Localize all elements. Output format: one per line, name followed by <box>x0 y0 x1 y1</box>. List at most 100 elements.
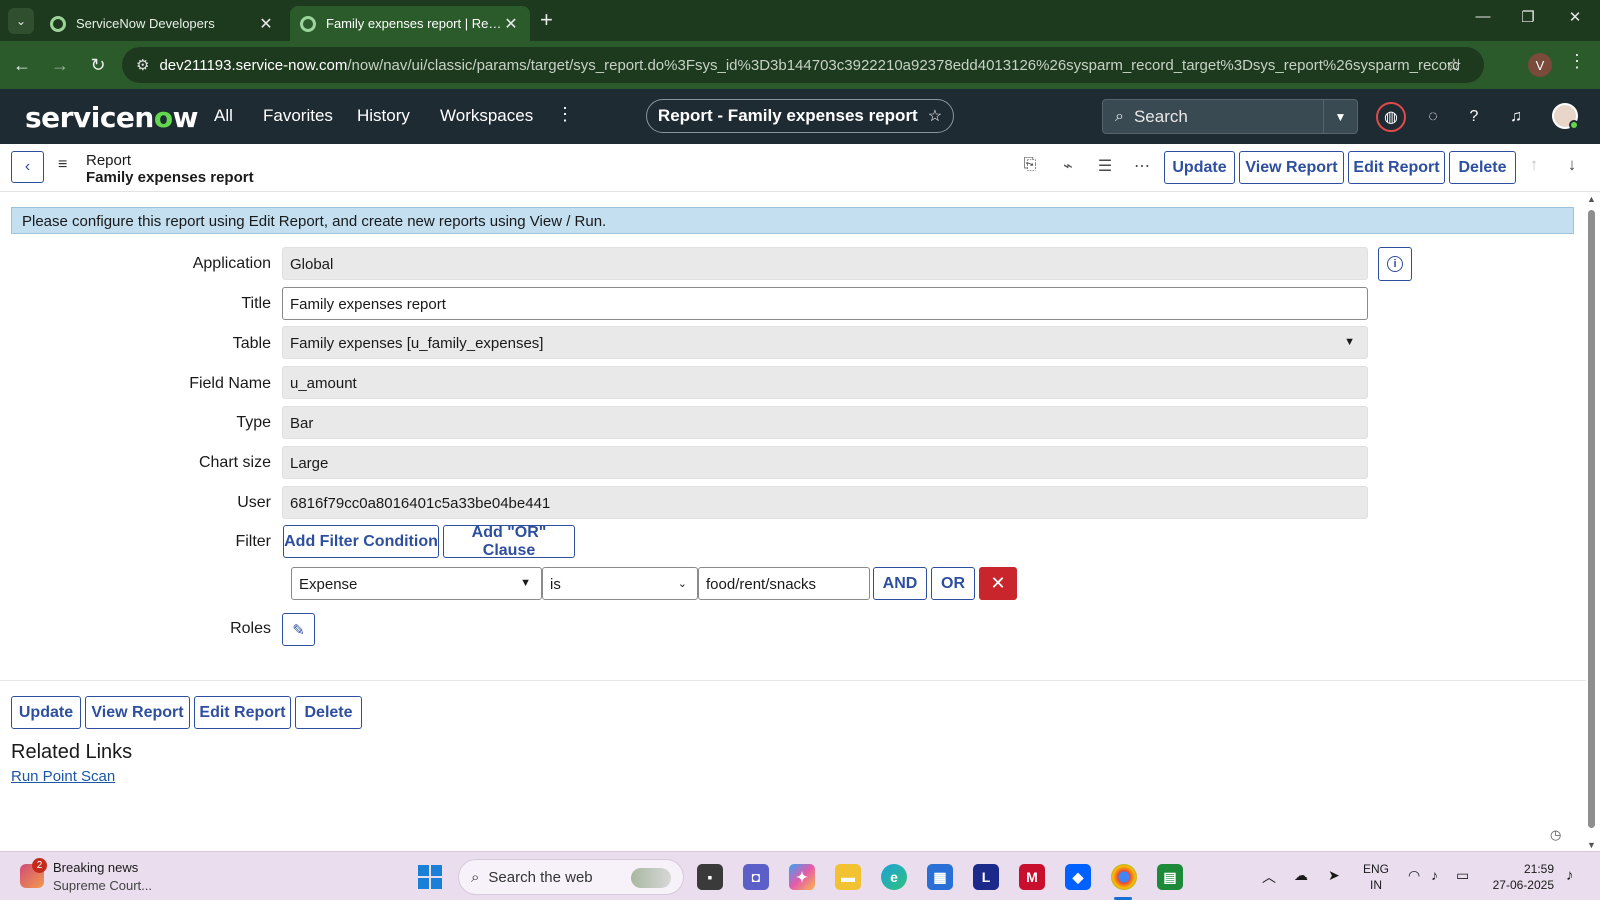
filter-or-button[interactable]: OR <box>931 567 975 600</box>
nav-favorites[interactable]: Favorites <box>263 106 333 126</box>
delete-button-top[interactable]: Delete <box>1449 151 1516 184</box>
update-button-top[interactable]: Update <box>1164 151 1235 184</box>
windows-start-icon[interactable] <box>418 865 442 889</box>
task-view-icon[interactable]: ▪ <box>697 864 723 890</box>
edit-report-button-top[interactable]: Edit Report <box>1348 151 1445 184</box>
browser-profile-avatar[interactable]: V <box>1528 53 1552 77</box>
table-label: Table <box>232 335 271 352</box>
context-title-pill[interactable]: Report - Family expenses report ☆ <box>646 99 954 133</box>
search-scope-dropdown-icon[interactable]: ▼ <box>1323 100 1357 133</box>
taskbar-clock[interactable]: 21:59 27-06-2025 <box>1486 861 1554 893</box>
tab-search-chevron-icon[interactable]: ⌄ <box>8 8 34 34</box>
filter-value-input[interactable]: food/rent/snacks <box>698 567 870 600</box>
dropbox-icon[interactable]: ◆ <box>1065 864 1091 890</box>
delete-button-bottom[interactable]: Delete <box>295 696 362 729</box>
filter-and-button[interactable]: AND <box>873 567 927 600</box>
scroll-up-arrow-icon[interactable]: ▲ <box>1587 194 1596 204</box>
reload-icon[interactable]: ↻ <box>84 51 112 79</box>
notifications-bell-icon[interactable]: ♫ <box>1501 102 1531 132</box>
copilot-icon[interactable]: ✦ <box>789 864 815 890</box>
battery-icon[interactable]: ▭ <box>1456 867 1469 884</box>
servicenow-logo[interactable]: servicenow <box>25 101 198 134</box>
site-info-icon[interactable]: ⚙ <box>136 56 149 74</box>
notification-center-bell-icon[interactable]: ♪ <box>1566 867 1574 884</box>
mcafee-icon[interactable]: M <box>1019 864 1045 890</box>
type-label: Type <box>236 414 271 431</box>
title-input[interactable]: Family expenses report <box>282 287 1368 320</box>
input-language-indicator[interactable]: ENG IN <box>1363 861 1389 893</box>
logo-text-end: w <box>172 101 199 134</box>
wifi-icon[interactable]: ◠ <box>1408 867 1420 884</box>
forward-arrow-icon[interactable]: → <box>46 51 74 79</box>
scroll-down-arrow-icon[interactable]: ▼ <box>1587 840 1596 850</box>
more-options-icon[interactable]: ⋯ <box>1130 156 1154 176</box>
global-search-input[interactable]: ⌕ Search ▼ <box>1102 99 1358 134</box>
personalize-form-icon[interactable]: ☰ <box>1093 156 1117 176</box>
user-avatar[interactable] <box>1552 103 1579 130</box>
url-field[interactable]: ⚙ dev211193.service-now.com/now/nav/ui/c… <box>122 47 1484 83</box>
activity-icon[interactable]: ⌁ <box>1056 156 1080 176</box>
windows-taskbar: 2 Breaking news Supreme Court... ⌕ Searc… <box>0 851 1600 900</box>
view-report-button-top[interactable]: View Report <box>1239 151 1344 184</box>
remove-condition-close-icon[interactable]: ✕ <box>979 567 1017 600</box>
filter-operator-select[interactable]: is ⌄ <box>542 567 698 600</box>
window-close-button[interactable]: ✕ <box>1560 8 1590 26</box>
related-links-heading: Related Links <box>11 741 133 763</box>
previous-record-arrow-icon[interactable]: ↑ <box>1523 155 1545 175</box>
nav-history[interactable]: History <box>357 106 410 126</box>
browser-tab-bar: ⌄ ServiceNow Developers ✕ Family expense… <box>0 0 1600 41</box>
minimize-button[interactable]: — <box>1468 8 1498 25</box>
application-info-button[interactable]: i <box>1378 247 1412 281</box>
chat-icon[interactable]: ◌ <box>1418 102 1448 132</box>
taskbar-search-input[interactable]: ⌕ Search the web <box>458 859 684 895</box>
news-title[interactable]: Breaking news <box>53 860 138 875</box>
show-hidden-icons-chevron-icon[interactable]: ︿ <box>1262 867 1276 887</box>
chrome-icon[interactable] <box>1111 864 1137 890</box>
microsoft-store-icon[interactable]: ▦ <box>927 864 953 890</box>
tab-close-icon[interactable]: ✕ <box>257 14 275 34</box>
file-explorer-icon[interactable]: ▬ <box>835 864 861 890</box>
help-icon[interactable]: ? <box>1459 102 1489 132</box>
bookmark-star-icon[interactable]: ☆ <box>1446 55 1462 76</box>
tab-family-expenses-report[interactable]: Family expenses report | Report ✕ <box>290 6 530 41</box>
attachment-icon[interactable]: ⎘ <box>1018 156 1042 174</box>
application-label: Application <box>192 255 271 272</box>
teams-icon[interactable]: ◘ <box>743 864 769 890</box>
maximize-button[interactable]: ❐ <box>1513 8 1543 26</box>
add-or-clause-button[interactable]: Add "OR" Clause <box>443 524 575 559</box>
nav-more-icon[interactable]: ⋮ <box>556 104 574 125</box>
location-arrow-icon[interactable]: ➤ <box>1328 867 1340 884</box>
url-text: dev211193.service-now.com/now/nav/ui/cla… <box>159 57 1459 74</box>
run-point-scan-link[interactable]: Run Point Scan <box>11 768 115 785</box>
record-name-label: Family expenses report <box>86 169 254 186</box>
response-time-icon[interactable]: ◷ <box>1550 827 1561 843</box>
new-tab-button[interactable]: + <box>540 7 553 33</box>
globe-icon[interactable]: ◍ <box>1376 102 1406 132</box>
nav-workspaces[interactable]: Workspaces <box>440 106 533 126</box>
news-subtitle[interactable]: Supreme Court... <box>53 878 152 893</box>
onedrive-cloud-icon[interactable]: ☁ <box>1294 867 1308 884</box>
form-context-menu-icon[interactable]: ≡ <box>58 156 67 174</box>
nav-all[interactable]: All <box>214 106 233 126</box>
edit-roles-pencil-icon[interactable]: ✎ <box>282 613 315 646</box>
edge-browser-icon[interactable]: e <box>881 864 907 890</box>
back-button[interactable]: ‹ <box>11 151 44 183</box>
browser-menu-icon[interactable]: ⋮ <box>1568 51 1586 72</box>
search-placeholder: Search <box>1133 106 1188 126</box>
l-app-icon[interactable]: L <box>973 864 999 890</box>
next-record-arrow-icon[interactable]: ↓ <box>1561 155 1583 175</box>
filter-field-select[interactable]: Expense ▼ <box>291 567 542 600</box>
favorite-star-icon[interactable]: ☆ <box>928 106 942 126</box>
tab-close-icon[interactable]: ✕ <box>502 14 520 34</box>
page-scrollbar[interactable]: ▲ ▼ <box>1586 194 1598 850</box>
view-report-button-bottom[interactable]: View Report <box>85 696 190 729</box>
spreadsheet-app-icon[interactable]: ▤ <box>1157 864 1183 890</box>
volume-icon[interactable]: ♪ <box>1431 867 1438 883</box>
scrollbar-thumb[interactable] <box>1588 210 1595 828</box>
tab-servicenow-developers[interactable]: ServiceNow Developers ✕ <box>40 6 285 41</box>
back-arrow-icon[interactable]: ← <box>8 51 36 79</box>
add-filter-condition-button[interactable]: Add Filter Condition <box>283 525 439 558</box>
update-button-bottom[interactable]: Update <box>11 696 81 729</box>
edit-report-button-bottom[interactable]: Edit Report <box>194 696 291 729</box>
table-select[interactable]: Family expenses [u_family_expenses] ▼ <box>282 326 1368 359</box>
